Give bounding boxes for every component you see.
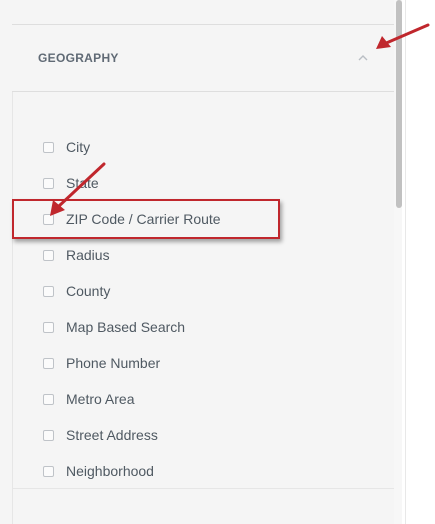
option-label: State: [66, 175, 99, 191]
previous-section-footer: [12, 0, 394, 25]
phone-number-checkbox[interactable]: [43, 358, 54, 369]
option-label: County: [66, 283, 111, 299]
highlight-box: [12, 199, 280, 239]
option-street-address[interactable]: Street Address: [43, 426, 221, 462]
geography-options-list: City State ZIP Code / Carrier Route Radi…: [43, 138, 221, 498]
county-checkbox[interactable]: [43, 286, 54, 297]
panel-bottom-divider: [12, 488, 394, 489]
section-title: GEOGRAPHY: [38, 51, 119, 65]
scrollbar-thumb[interactable]: [396, 0, 402, 208]
page-divider: [405, 0, 406, 524]
option-radius[interactable]: Radius: [43, 246, 221, 282]
option-label: City: [66, 139, 91, 155]
state-checkbox[interactable]: [43, 178, 54, 189]
option-label: Map Based Search: [66, 319, 186, 335]
geography-section-header[interactable]: GEOGRAPHY: [12, 25, 394, 92]
radius-checkbox[interactable]: [43, 250, 54, 261]
street-address-checkbox[interactable]: [43, 430, 54, 441]
city-checkbox[interactable]: [43, 142, 54, 153]
option-label: Metro Area: [66, 391, 135, 407]
option-metro-area[interactable]: Metro Area: [43, 390, 221, 426]
chevron-up-icon[interactable]: [358, 53, 368, 63]
option-county[interactable]: County: [43, 282, 221, 318]
option-city[interactable]: City: [43, 138, 221, 174]
option-label: Neighborhood: [66, 463, 154, 479]
map-based-search-checkbox[interactable]: [43, 322, 54, 333]
neighborhood-checkbox[interactable]: [43, 466, 54, 477]
option-phone-number[interactable]: Phone Number: [43, 354, 221, 390]
option-label: Street Address: [66, 427, 158, 443]
metro-area-checkbox[interactable]: [43, 394, 54, 405]
option-map-based-search[interactable]: Map Based Search: [43, 318, 221, 354]
option-label: Radius: [66, 247, 110, 263]
option-neighborhood[interactable]: Neighborhood: [43, 462, 221, 498]
option-label: Phone Number: [66, 355, 161, 371]
